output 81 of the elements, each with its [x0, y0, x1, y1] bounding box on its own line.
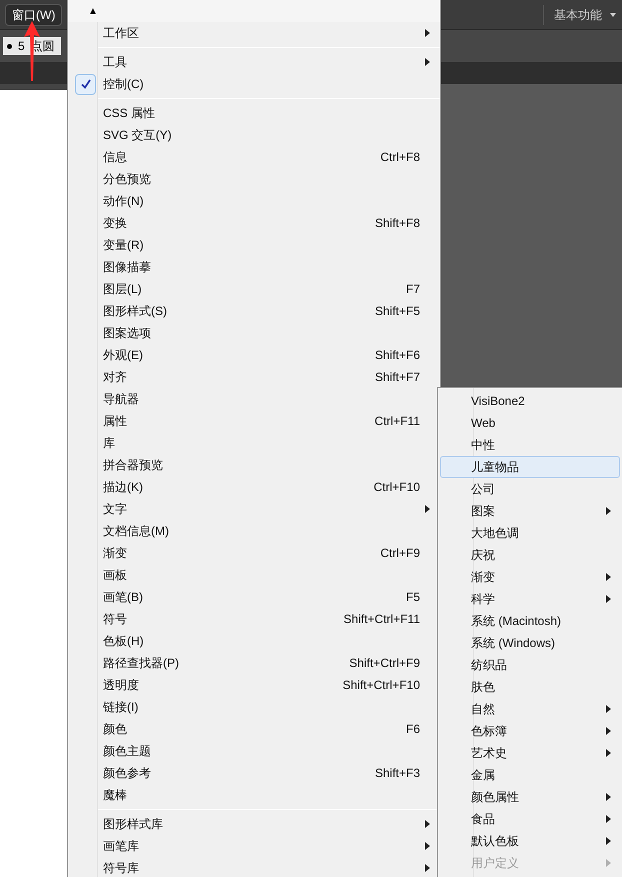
menu-item[interactable]: 图形样式库: [68, 813, 440, 835]
menu-item[interactable]: 对齐 Shift+F7: [68, 366, 440, 388]
submenu-item[interactable]: VisiBone2: [440, 390, 620, 412]
menu-item[interactable]: 导航器: [68, 388, 440, 410]
menu-item[interactable]: 文字: [68, 498, 440, 520]
submenu-item[interactable]: 自然: [440, 698, 620, 720]
submenu-arrow-icon: [606, 837, 611, 845]
submenu-item[interactable]: 系统 (Macintosh): [440, 610, 620, 632]
menu-item[interactable]: 路径查找器(P) Shift+Ctrl+F9: [68, 652, 440, 674]
submenu-item[interactable]: 色标簿: [440, 720, 620, 742]
submenu-arrow-icon: [425, 864, 430, 872]
menu-item[interactable]: 色板(H): [68, 630, 440, 652]
check-icon: [75, 74, 96, 94]
menu-item[interactable]: 拼合器预览: [68, 454, 440, 476]
menu-item[interactable]: 工具: [68, 51, 440, 73]
menu-item[interactable]: 魔棒: [68, 784, 440, 806]
submenu-item[interactable]: 颜色属性: [440, 786, 620, 808]
submenu-arrow-icon: [606, 595, 611, 603]
submenu-item[interactable]: 食品: [440, 808, 620, 830]
menu-item[interactable]: 颜色参考 Shift+F3: [68, 762, 440, 784]
submenu-arrow-icon: [606, 573, 611, 581]
menu-item[interactable]: 外观(E) Shift+F6: [68, 344, 440, 366]
size-text: 5: [18, 38, 25, 55]
submenu-item[interactable]: 艺术史: [440, 742, 620, 764]
submenu-item[interactable]: 公司: [440, 478, 620, 500]
menu-item[interactable]: 描边(K) Ctrl+F10: [68, 476, 440, 498]
menu-item[interactable]: 图像描摹: [68, 256, 440, 278]
submenu-arrow-icon: [606, 749, 611, 757]
menu-item[interactable]: 分色预览: [68, 168, 440, 190]
menu-item[interactable]: 画板: [68, 564, 440, 586]
submenu-arrow-icon: [606, 815, 611, 823]
menu-item[interactable]: 画笔(B) F5: [68, 586, 440, 608]
submenu-arrow-icon: [425, 505, 430, 513]
submenu-item[interactable]: 肤色: [440, 676, 620, 698]
submenu-item[interactable]: 金属: [440, 764, 620, 786]
submenu-item[interactable]: 图案: [440, 500, 620, 522]
menu-item[interactable]: 变量(R): [68, 234, 440, 256]
submenu-arrow-icon: [606, 705, 611, 713]
menu-item[interactable]: CSS 属性: [68, 102, 440, 124]
menu-item[interactable]: 图形样式(S) Shift+F5: [68, 300, 440, 322]
menu-item[interactable]: 链接(I): [68, 696, 440, 718]
menu-item[interactable]: 动作(N): [68, 190, 440, 212]
submenu-arrow-icon: [425, 842, 430, 850]
submenu-item[interactable]: 科学: [440, 588, 620, 610]
submenu-arrow-icon: [606, 793, 611, 801]
submenu-arrow-icon: [606, 727, 611, 735]
submenu-item[interactable]: 默认色板: [440, 830, 620, 852]
menu-item[interactable]: 透明度 Shift+Ctrl+F10: [68, 674, 440, 696]
submenu-arrow-icon: [606, 507, 611, 515]
submenu-arrow-icon: [425, 29, 430, 37]
menu-item[interactable]: SVG 交互(Y): [68, 124, 440, 146]
menu-item[interactable]: 控制(C): [68, 73, 440, 95]
submenu-item[interactable]: 纺织品: [440, 654, 620, 676]
menu-item[interactable]: 渐变 Ctrl+F9: [68, 542, 440, 564]
menu-item[interactable]: 图案选项: [68, 322, 440, 344]
submenu-item[interactable]: Web: [440, 412, 620, 434]
submenu-arrow-icon: [606, 859, 611, 867]
submenu-item[interactable]: 庆祝: [440, 544, 620, 566]
menu-item[interactable]: 属性 Ctrl+F11: [68, 410, 440, 432]
submenu-arrow-icon: [425, 820, 430, 828]
submenu-item[interactable]: 中性: [440, 434, 620, 456]
caret-icon: [610, 12, 616, 16]
window-menu-button[interactable]: 窗口(W): [5, 4, 62, 26]
menu-item[interactable]: 工作区: [68, 22, 440, 44]
submenu-item[interactable]: 系统 (Windows): [440, 632, 620, 654]
menu-item[interactable]: 文档信息(M): [68, 520, 440, 542]
menu-item[interactable]: 颜色 F6: [68, 718, 440, 740]
menu-item[interactable]: 库: [68, 432, 440, 454]
submenu-item[interactable]: 儿童物品: [440, 456, 620, 478]
menu-item[interactable]: 变换 Shift+F8: [68, 212, 440, 234]
menu-item[interactable]: 画笔库: [68, 835, 440, 857]
menu-item[interactable]: 颜色主题: [68, 740, 440, 762]
menu-item[interactable]: 信息 Ctrl+F8: [68, 146, 440, 168]
submenu-item[interactable]: 大地色调: [440, 522, 620, 544]
menu-item[interactable]: 符号库: [68, 857, 440, 877]
menu-item[interactable]: 符号 Shift+Ctrl+F11: [68, 608, 440, 630]
arrow-icon: [24, 21, 40, 81]
submenu-arrow-icon: [425, 58, 430, 66]
menu-item[interactable]: 图层(L) F7: [68, 278, 440, 300]
submenu-item[interactable]: 渐变: [440, 566, 620, 588]
scroll-up-arrow[interactable]: ▲: [88, 4, 98, 18]
